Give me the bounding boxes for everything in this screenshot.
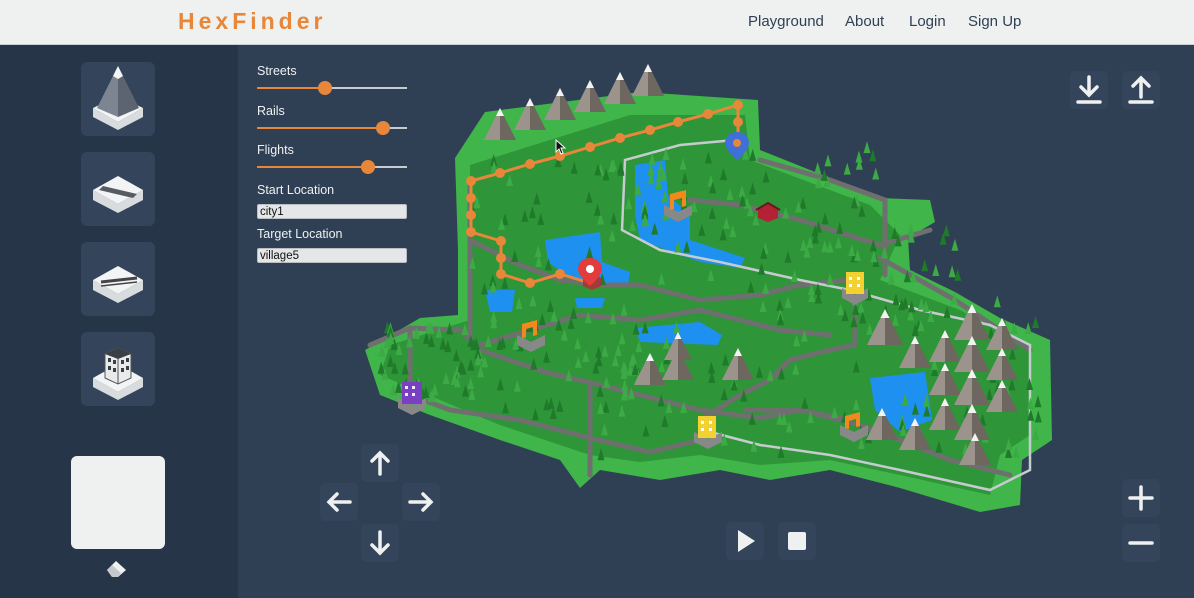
eraser-icon[interactable] — [104, 558, 130, 578]
tree — [1024, 322, 1032, 334]
rail-icon — [93, 266, 143, 303]
route-waypoint — [496, 253, 506, 263]
tile-palette-sidebar — [0, 45, 238, 598]
arrow-right-icon — [408, 492, 434, 512]
mountain-icon — [93, 66, 143, 130]
street-icon — [93, 176, 143, 213]
tree — [872, 167, 880, 180]
zoom-in-button[interactable] — [1122, 479, 1160, 517]
building-tile-button[interactable] — [81, 332, 155, 406]
route-waypoint — [733, 117, 743, 127]
pond — [485, 290, 515, 312]
tree — [942, 224, 950, 237]
building-icon — [93, 347, 143, 400]
route-waypoint — [496, 236, 506, 246]
download-button[interactable] — [1070, 71, 1108, 109]
route-waypoint — [525, 278, 535, 288]
tree — [814, 161, 822, 174]
tree — [954, 268, 962, 281]
navbar: HexFinder Playground About Login Sign Up — [0, 0, 1194, 45]
selected-tile-preview — [71, 456, 165, 549]
route-waypoint — [466, 176, 476, 186]
pan-down-button[interactable] — [361, 524, 399, 562]
play-button[interactable] — [726, 522, 764, 560]
nav-link-login[interactable]: Login — [909, 13, 946, 30]
pan-right-button[interactable] — [402, 483, 440, 521]
route-waypoint — [645, 125, 655, 135]
zoom-out-button[interactable] — [1122, 524, 1160, 562]
mountain — [604, 72, 636, 104]
pan-left-button[interactable] — [320, 483, 358, 521]
route-waypoint — [466, 227, 476, 237]
tree — [1032, 316, 1040, 329]
nav-link-about[interactable]: About — [845, 13, 884, 30]
stop-button[interactable] — [778, 522, 816, 560]
route-waypoint — [733, 100, 743, 110]
nav-link-sign-up[interactable]: Sign Up — [968, 13, 1021, 30]
plus-icon — [1128, 485, 1154, 511]
upload-icon — [1128, 75, 1154, 104]
arrow-up-icon — [370, 450, 390, 476]
tree — [921, 259, 929, 272]
arrow-left-icon — [326, 492, 352, 512]
route-waypoint — [615, 133, 625, 143]
route-waypoint — [585, 142, 595, 152]
route-waypoint — [496, 269, 506, 279]
hex-map-canvas[interactable] — [238, 45, 1194, 598]
route-waypoint — [525, 159, 535, 169]
minus-icon — [1128, 541, 1154, 545]
building-purple — [398, 382, 426, 415]
tree — [824, 154, 832, 167]
arrow-down-icon — [370, 530, 390, 556]
mountain-tile-button[interactable] — [81, 62, 155, 136]
street-tile-button[interactable] — [81, 152, 155, 226]
tree — [843, 162, 851, 175]
tree — [869, 149, 877, 162]
tree — [932, 263, 940, 276]
tree — [948, 265, 956, 278]
rail-tile-button[interactable] — [81, 242, 155, 316]
route-waypoint — [466, 210, 476, 220]
tree — [951, 238, 959, 251]
stop-icon — [788, 532, 806, 550]
route-waypoint — [466, 193, 476, 203]
route-waypoint — [673, 117, 683, 127]
tree — [863, 141, 871, 154]
route-waypoint — [703, 109, 713, 119]
brand-logo[interactable]: HexFinder — [178, 8, 326, 35]
upload-button[interactable] — [1122, 71, 1160, 109]
mountain — [632, 64, 664, 96]
download-icon — [1076, 75, 1102, 104]
route-waypoint — [555, 269, 565, 279]
route-waypoint — [495, 168, 505, 178]
pond — [575, 298, 605, 308]
mountain — [574, 80, 606, 112]
nav-link-playground[interactable]: Playground — [748, 13, 824, 30]
tree — [993, 295, 1001, 308]
pan-up-button[interactable] — [361, 444, 399, 482]
play-icon — [738, 530, 755, 552]
mouse-cursor-icon — [555, 139, 567, 155]
